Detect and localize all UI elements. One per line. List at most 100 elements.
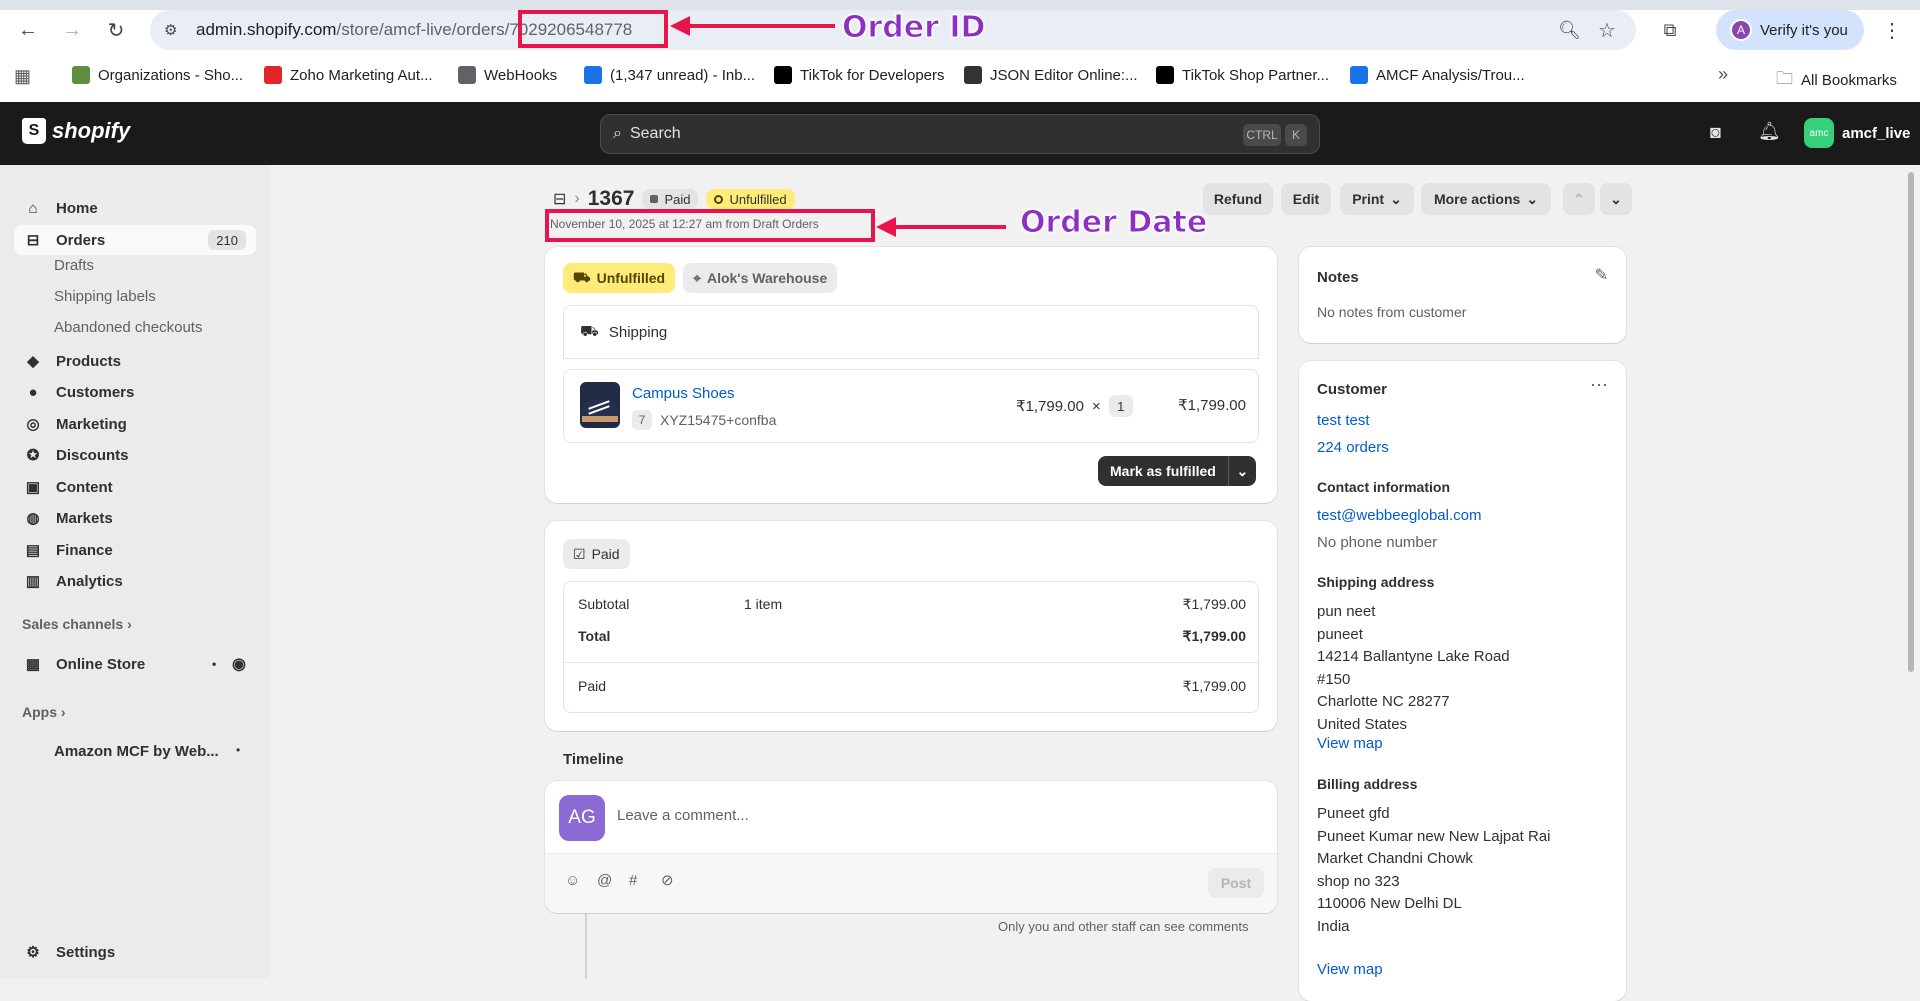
chevron-down-icon: ⌄ (1526, 190, 1539, 207)
verify-label: Verify it's you (1760, 21, 1848, 39)
bookmark-item[interactable]: AMCF Analysis/Trou... (1350, 66, 1525, 84)
sidebar-item-home[interactable]: ⌂ Home (14, 193, 256, 223)
sales-channels-heading[interactable]: Sales channels › (22, 616, 132, 632)
apps-grid-icon[interactable]: ▦ (14, 66, 31, 87)
sidekick-icon[interactable]: ◙ (1710, 122, 1721, 143)
sidebar-item-marketing[interactable]: ◎ Marketing (14, 409, 256, 439)
bookmark-item[interactable]: Zoho Marketing Aut... (264, 66, 433, 84)
pencil-icon[interactable]: ✎ (1595, 265, 1608, 285)
order-date-annotation: Order Date (1019, 205, 1208, 241)
post-button[interactable]: Post (1208, 868, 1264, 898)
sidebar-item-products[interactable]: ◆ Products (14, 346, 256, 376)
eye-icon[interactable]: ◉ (232, 654, 246, 674)
sidebar: ⌂ Home ⊟ Orders 210 Drafts Shipping labels… (0, 165, 270, 979)
all-bookmarks-label: All Bookmarks (1801, 72, 1897, 89)
paid-status-label: Paid (591, 546, 620, 562)
edit-button[interactable]: Edit (1281, 183, 1331, 215)
bank-icon: ▤ (25, 542, 41, 559)
reload-icon[interactable]: ↻ (102, 16, 130, 44)
store-menu[interactable]: amc amcf_live (1804, 118, 1910, 148)
attachment-icon[interactable]: ⊘ (661, 871, 674, 889)
sidebar-item-online-store[interactable]: ▦ Online Store • ◉ (14, 649, 256, 679)
bookmark-item[interactable]: TikTok Shop Partner... (1156, 66, 1329, 84)
previous-order-button[interactable]: ⌃ (1563, 183, 1595, 215)
zoom-icon[interactable]: 🔍︎ (1558, 20, 1581, 41)
mention-icon[interactable]: @ (597, 872, 612, 889)
product-name-link[interactable]: Campus Shoes (632, 385, 735, 402)
shopify-bag-icon (72, 66, 90, 84)
all-bookmarks[interactable]: 🗀 All Bookmarks (1776, 66, 1897, 95)
customer-orders-link[interactable]: 224 orders (1317, 439, 1389, 456)
mark-fulfilled-button[interactable]: Mark as fulfilled (1098, 456, 1228, 486)
store-icon: ▦ (25, 656, 41, 673)
bookmark-item[interactable]: (1,347 unread) - Inb... (584, 66, 755, 84)
sidebar-item-content[interactable]: ▣ Content (14, 472, 256, 502)
search-placeholder: Search (629, 125, 681, 142)
product-thumbnail[interactable] (580, 382, 620, 428)
comment-input[interactable]: Leave a comment... (617, 807, 749, 824)
customer-name-link[interactable]: test test (1317, 412, 1370, 429)
kebab-menu-icon[interactable]: ⋮ (1878, 16, 1906, 44)
shipping-row: ⛟ Shipping (563, 305, 1259, 359)
sidebar-item-markets[interactable]: ◍ Markets (14, 503, 256, 533)
bell-icon[interactable]: 🔔︎ (1758, 121, 1781, 142)
location-label: Alok's Warehouse (706, 270, 828, 286)
dot-icon: • (236, 743, 241, 757)
chevron-down-icon: ⌄ (1610, 190, 1622, 207)
shipping-label: Shipping (608, 323, 668, 341)
bookmark-item[interactable]: WebHooks (458, 66, 557, 84)
back-icon[interactable]: ← (14, 16, 42, 44)
bookmark-label: Organizations - Sho... (98, 66, 244, 84)
sidebar-item-label: Customers (56, 383, 135, 401)
forward-icon[interactable]: → (58, 16, 86, 44)
search-bar[interactable]: ⌕ Search CTRL K (600, 114, 1320, 154)
bookmark-item[interactable]: TikTok for Developers (774, 66, 945, 84)
tiktok-icon (1156, 66, 1174, 84)
line-item-row: Campus Shoes 7 XYZ15475+confba ₹1,799.00… (563, 369, 1259, 443)
sidebar-item-drafts[interactable]: Drafts (54, 257, 94, 274)
more-bookmarks-icon[interactable]: » (1718, 64, 1728, 85)
customer-email-link[interactable]: test@webbeeglobal.com (1317, 507, 1482, 524)
print-button[interactable]: Print ⌄ (1340, 183, 1414, 215)
apps-heading[interactable]: Apps › (22, 704, 66, 720)
sidebar-item-shipping-labels[interactable]: Shipping labels (54, 288, 156, 305)
bookmark-item[interactable]: JSON Editor Online:... (964, 66, 1138, 84)
site-info-icon[interactable]: ⚙ (164, 21, 177, 39)
view-map-link[interactable]: View map (1317, 735, 1383, 752)
comment-toolbar: ☺ @ # ⊘ Post (545, 853, 1277, 913)
scrollbar-thumb[interactable] (1908, 172, 1914, 672)
ellipsis-icon[interactable]: ⋯ (1590, 375, 1608, 396)
emoji-icon[interactable]: ☺ (565, 872, 580, 889)
image-icon: ▣ (25, 479, 41, 496)
next-order-button[interactable]: ⌄ (1600, 183, 1632, 215)
sidebar-item-discounts[interactable]: ✪ Discounts (14, 440, 256, 470)
sidebar-item-label: Content (56, 478, 113, 496)
order-number: 1367 (587, 187, 635, 210)
bookmark-item[interactable]: Organizations - Sho... (72, 66, 243, 84)
user-avatar: AG (559, 795, 605, 841)
billing-address-title: Billing address (1317, 776, 1418, 792)
chevron-down-icon[interactable]: ⌄ (1227, 456, 1256, 486)
url-host: admin.shopify.com (196, 20, 337, 39)
sidebar-item-analytics[interactable]: ▥ Analytics (14, 566, 256, 596)
sidebar-item-label: Finance (56, 541, 113, 559)
shopify-logo[interactable]: S shopify (22, 118, 130, 144)
sidebar-item-customers[interactable]: ● Customers (14, 377, 256, 407)
sidebar-item-abandoned-checkouts[interactable]: Abandoned checkouts (54, 319, 202, 336)
address-line: India (1317, 917, 1350, 935)
refund-button[interactable]: Refund (1203, 183, 1273, 215)
sidebar-item-finance[interactable]: ▤ Finance (14, 535, 256, 565)
inbox-icon[interactable]: ⊟ (553, 189, 566, 209)
sidebar-item-settings[interactable]: ⚙ Settings (14, 937, 256, 967)
customer-card: Customer ⋯ test test 224 orders Contact … (1299, 361, 1626, 1001)
sidebar-item-amazon-app[interactable]: Amazon MCF by Web... (54, 743, 219, 760)
hashtag-icon[interactable]: # (629, 872, 637, 889)
star-icon[interactable]: ☆ (1598, 18, 1616, 43)
view-map-link[interactable]: View map (1317, 961, 1383, 978)
extensions-icon[interactable]: ⧉ (1656, 16, 1684, 44)
sidebar-item-orders[interactable]: ⊟ Orders 210 (14, 225, 256, 255)
sidebar-item-label: Discounts (56, 446, 129, 464)
bookmark-label: (1,347 unread) - Inb... (610, 66, 756, 84)
more-actions-button[interactable]: More actions ⌄ (1421, 183, 1551, 215)
verify-chip[interactable]: A Verify it's you (1716, 10, 1864, 50)
